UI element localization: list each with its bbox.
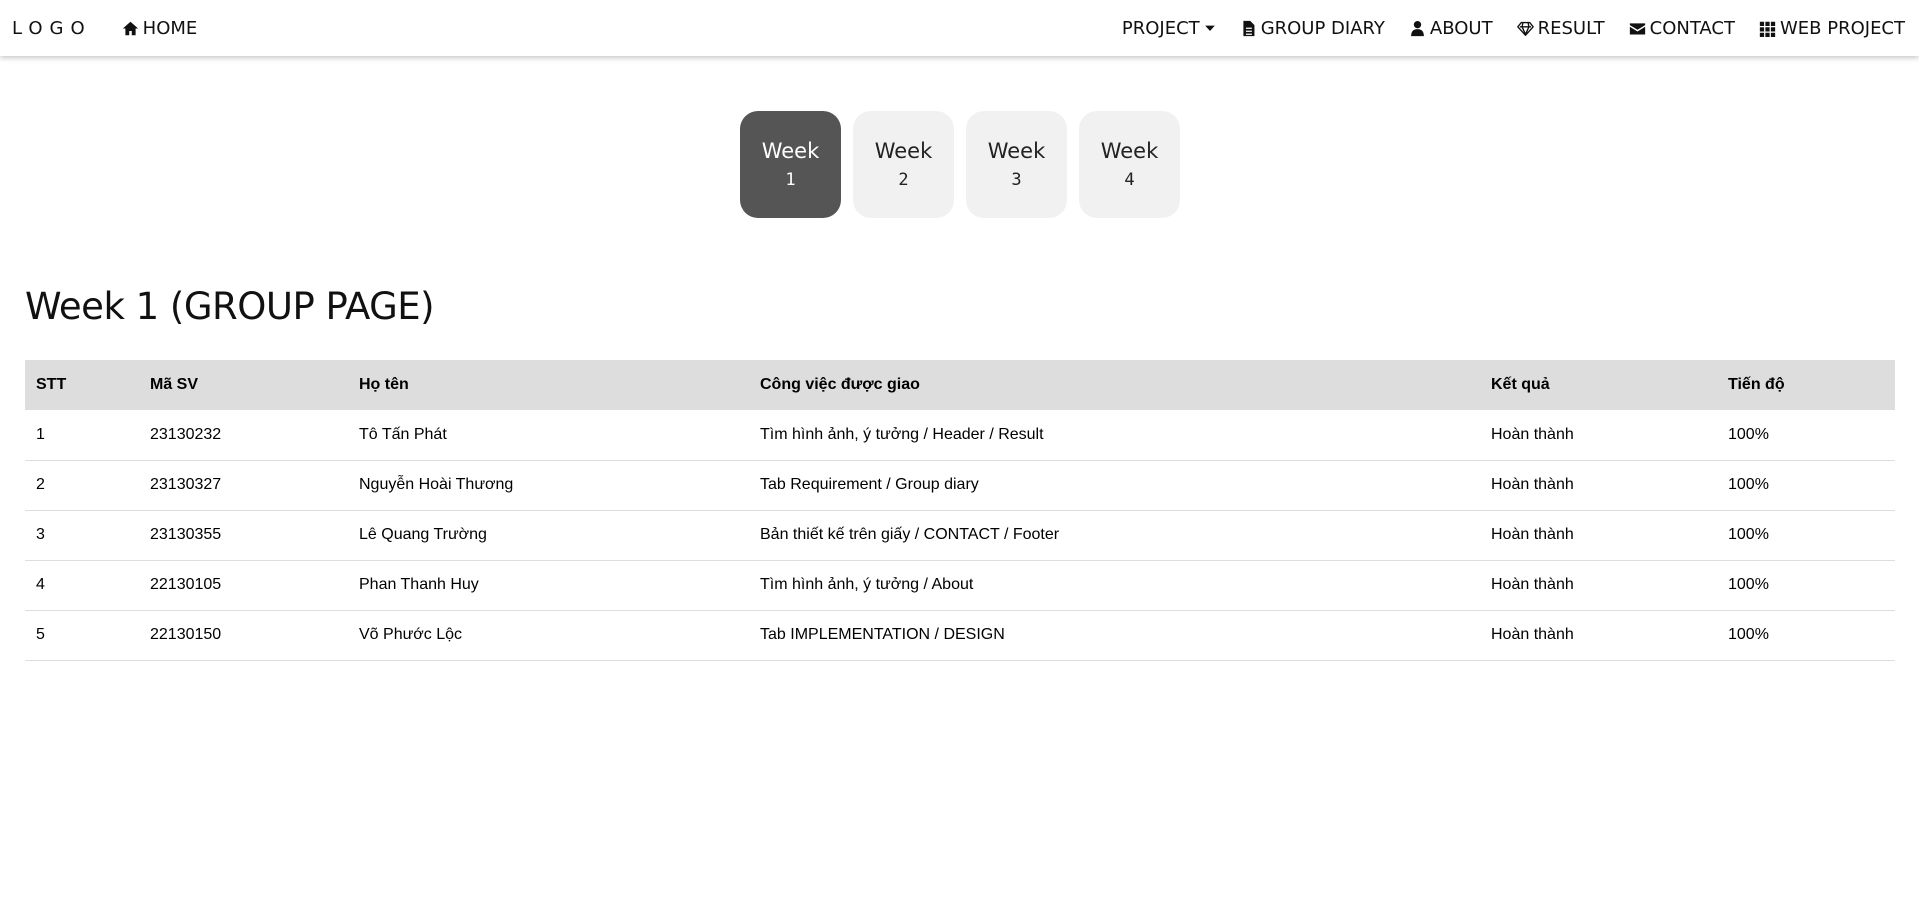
cell-assigned-task: Tìm hình ảnh, ý tưởng / Header / Result: [749, 410, 1480, 461]
table-header: STT Mã SV Họ tên Công việc được giao Kết…: [25, 360, 1895, 410]
cell-result: Hoàn thành: [1480, 610, 1717, 661]
week-tab-number: 4: [1124, 169, 1135, 190]
table-row: 1 23130232 Tô Tấn Phát Tìm hình ảnh, ý t…: [25, 410, 1895, 461]
file-icon: [1243, 20, 1255, 36]
cell-stt: 2: [25, 460, 139, 511]
cell-full-name: Nguyễn Hoài Thương: [348, 460, 749, 511]
nav-left: LOGO HOME: [12, 18, 209, 39]
nav-project-label: PROJECT: [1121, 17, 1200, 39]
cell-progress: 100%: [1717, 510, 1895, 561]
cell-student-id: 23130327: [139, 460, 348, 511]
week-tab-label: Week: [874, 138, 933, 163]
cell-student-id: 23130232: [139, 410, 348, 461]
nav-group-diary-label: GROUP DIARY: [1260, 17, 1385, 39]
tab-week-3[interactable]: Week 3: [966, 111, 1067, 218]
diamond-icon: [1516, 21, 1534, 36]
cell-full-name: Tô Tấn Phát: [348, 410, 749, 461]
page-title: Week 1 (GROUP PAGE): [25, 285, 435, 328]
nav-web-project-link[interactable]: WEB PROJECT: [1759, 18, 1905, 39]
table-row: 3 23130355 Lê Quang Trường Bản thiết kế …: [25, 510, 1895, 561]
nav-about-link[interactable]: ABOUT: [1409, 18, 1493, 39]
tab-week-4[interactable]: Week 4: [1079, 111, 1180, 218]
cell-result: Hoàn thành: [1480, 510, 1717, 561]
logo[interactable]: LOGO: [12, 18, 92, 39]
cell-assigned-task: Tab Requirement / Group diary: [749, 460, 1480, 511]
nav-contact-label: CONTACT: [1649, 17, 1735, 39]
header-stt: STT: [25, 360, 139, 410]
nav-contact-link[interactable]: CONTACT: [1629, 18, 1735, 39]
nav-group-diary-link[interactable]: GROUP DIARY: [1240, 18, 1385, 39]
cell-progress: 100%: [1717, 410, 1895, 461]
cell-result: Hoàn thành: [1480, 560, 1717, 611]
cell-progress: 100%: [1717, 460, 1895, 511]
nav-result-label: RESULT: [1537, 17, 1605, 39]
nav-web-project-label: WEB PROJECT: [1779, 17, 1905, 39]
header-result: Kết quả: [1480, 360, 1717, 410]
header-assigned-task: Công việc được giao: [749, 360, 1480, 410]
grid-icon: [1759, 21, 1776, 37]
cell-stt: 1: [25, 410, 139, 461]
table-row: 5 22130150 Võ Phước Lộc Tab IMPLEMENTATI…: [25, 610, 1895, 661]
cell-student-id: 22130150: [139, 610, 348, 661]
tab-week-2[interactable]: Week 2: [853, 111, 954, 218]
header-progress: Tiến độ: [1717, 360, 1895, 410]
caret-down-icon: [1204, 25, 1215, 31]
nav-home-label: HOME: [142, 17, 198, 39]
cell-full-name: Phan Thanh Huy: [348, 560, 749, 611]
cell-full-name: Lê Quang Trường: [348, 510, 749, 561]
tab-week-1[interactable]: Week 1: [740, 111, 841, 218]
week-tab-label: Week: [987, 138, 1046, 163]
cell-result: Hoàn thành: [1480, 460, 1717, 511]
week-tab-number: 2: [898, 169, 909, 190]
nav-right: PROJECT GROUP DIARY ABOUT RESULT CONTACT…: [1110, 18, 1907, 39]
nav-result-link[interactable]: RESULT: [1516, 17, 1605, 39]
week-tab-number: 3: [1011, 169, 1022, 190]
home-icon: [122, 21, 138, 35]
week-tab-label: Week: [1100, 138, 1159, 163]
task-table: STT Mã SV Họ tên Công việc được giao Kết…: [25, 360, 1895, 661]
user-icon: [1411, 20, 1424, 36]
table-body: 1 23130232 Tô Tấn Phát Tìm hình ảnh, ý t…: [25, 410, 1895, 661]
header-full-name: Họ tên: [348, 360, 749, 410]
cell-progress: 100%: [1717, 560, 1895, 611]
cell-stt: 5: [25, 610, 139, 661]
header-student-id: Mã SV: [139, 360, 348, 410]
top-navbar: LOGO HOME PROJECT GROUP DIARY ABOUT RESU…: [0, 0, 1919, 56]
week-tabs: Week 1 Week 2 Week 3 Week 4: [740, 111, 1180, 218]
cell-assigned-task: Tìm hình ảnh, ý tưởng / About: [749, 560, 1480, 611]
cell-progress: 100%: [1717, 610, 1895, 661]
table-row: 4 22130105 Phan Thanh Huy Tìm hình ảnh, …: [25, 560, 1895, 611]
cell-assigned-task: Bản thiết kế trên giấy / CONTACT / Foote…: [749, 510, 1480, 561]
nav-project-dropdown[interactable]: PROJECT: [1122, 18, 1216, 39]
nav-about-label: ABOUT: [1429, 17, 1493, 39]
cell-student-id: 22130105: [139, 560, 348, 611]
table-row: 2 23130327 Nguyễn Hoài Thương Tab Requir…: [25, 460, 1895, 511]
cell-assigned-task: Tab IMPLEMENTATION / DESIGN: [749, 610, 1480, 661]
cell-student-id: 23130355: [139, 510, 348, 561]
cell-result: Hoàn thành: [1480, 410, 1717, 461]
table-header-row: STT Mã SV Họ tên Công việc được giao Kết…: [25, 360, 1895, 410]
week-tab-label: Week: [761, 138, 820, 163]
nav-home-link[interactable]: HOME: [122, 17, 198, 39]
cell-stt: 4: [25, 560, 139, 611]
envelope-icon: [1629, 22, 1645, 34]
week-tab-number: 1: [785, 169, 796, 190]
cell-full-name: Võ Phước Lộc: [348, 610, 749, 661]
cell-stt: 3: [25, 510, 139, 561]
